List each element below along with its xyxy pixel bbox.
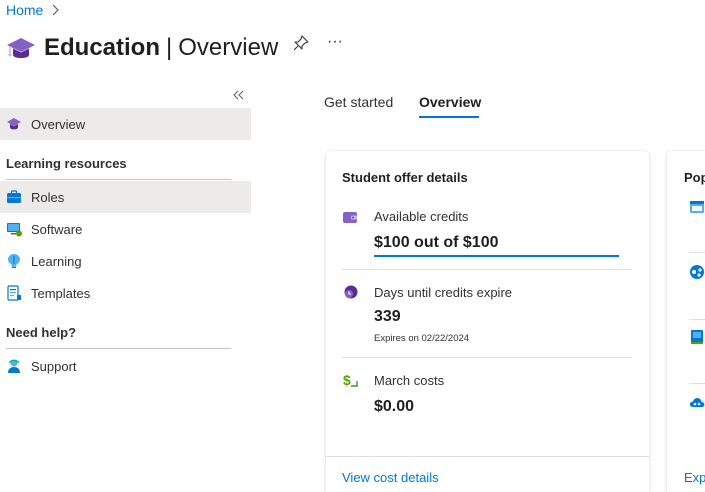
app-root: Home Education | Overview ··· Overview L… [0, 0, 705, 492]
card-divider [689, 252, 705, 253]
page-title-separator: | [166, 34, 173, 61]
sidebar-item-label: Roles [31, 189, 65, 205]
svg-text:$: $ [343, 372, 351, 388]
sidebar-item-label: Templates [31, 285, 91, 301]
card-divider [689, 319, 705, 320]
view-cost-details-link[interactable]: View cost details [342, 470, 439, 485]
sidebar-item-label: Support [31, 358, 77, 374]
book-icon[interactable] [689, 329, 705, 345]
credits-label: Available credits [374, 209, 469, 224]
support-person-icon [6, 358, 22, 374]
sidebar-item-label: Software [31, 221, 83, 237]
page-title-sub: Overview [178, 34, 279, 61]
expires-date: Expires on 02/22/2024 [374, 333, 470, 344]
student-offer-card: Student offer details Available credits … [326, 151, 649, 492]
breadcrumb: Home [6, 2, 60, 18]
portal-window-icon[interactable] [689, 199, 705, 215]
graduation-cap-icon [6, 116, 22, 132]
page-title-main: Education [44, 34, 161, 61]
breadcrumb-home-link[interactable]: Home [6, 2, 43, 18]
credits-progress-bar [374, 255, 619, 257]
chevron-right-icon [51, 4, 60, 16]
sidebar-item-learning[interactable]: Learning [0, 245, 251, 277]
monitor-download-icon [6, 221, 22, 237]
dollar-cost-icon: $ [342, 372, 358, 388]
wallet-icon [342, 209, 358, 225]
card-title: Student offer details [342, 170, 468, 185]
popular-card: Pop Exp [667, 151, 705, 492]
sidebar-item-roles[interactable]: Roles [0, 181, 251, 213]
more-options-button[interactable]: ··· [326, 28, 344, 56]
sidebar-item-software[interactable]: Software [0, 213, 251, 245]
sidebar-item-label: Learning [31, 253, 82, 269]
brain-lightbulb-icon [6, 253, 22, 269]
section-title-learning-resources: Learning resources [6, 156, 127, 171]
sidebar-item-overview[interactable]: Overview [0, 108, 251, 140]
collapse-sidebar-icon[interactable] [231, 87, 247, 103]
graduation-cap-icon [6, 33, 36, 63]
costs-value: $0.00 [374, 398, 415, 415]
network-icon[interactable] [689, 264, 705, 280]
page-title: Education | Overview [44, 34, 278, 62]
days-value: 339 [374, 308, 401, 325]
card-divider [689, 383, 705, 384]
clock-cloud-icon [342, 284, 358, 300]
card-footer-divider [326, 456, 649, 457]
credits-value: $100 out of $100 [374, 234, 499, 251]
sidebar-item-label: Overview [31, 116, 86, 132]
cloud-icon[interactable] [689, 394, 705, 410]
card-divider [342, 357, 632, 358]
page-header: Education | Overview ··· [6, 28, 343, 68]
pin-icon[interactable] [292, 34, 310, 52]
card-title: Pop [684, 170, 705, 185]
tab-get-started[interactable]: Get started [324, 94, 393, 110]
section-divider [6, 179, 231, 180]
tab-overview[interactable]: Overview [419, 94, 481, 110]
template-document-icon [6, 285, 22, 301]
section-divider [6, 348, 231, 349]
briefcase-icon [6, 189, 22, 205]
explore-link[interactable]: Exp [684, 470, 705, 485]
sidebar-item-templates[interactable]: Templates [0, 277, 251, 309]
sidebar-item-support[interactable]: Support [0, 350, 251, 382]
active-tab-indicator [419, 116, 479, 118]
card-divider [342, 269, 632, 270]
section-title-need-help: Need help? [6, 325, 77, 340]
days-label: Days until credits expire [374, 285, 512, 300]
costs-label: March costs [374, 373, 445, 388]
